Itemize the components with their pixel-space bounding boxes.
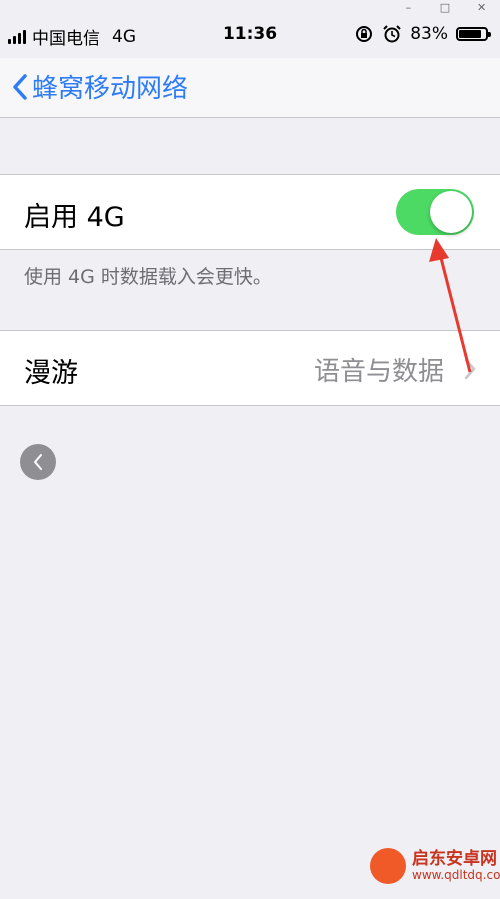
watermark-url: www.qdltdq.com — [412, 867, 500, 882]
watermark-title: 启东安卓网 — [412, 848, 497, 869]
watermark: 启东安卓网 www.qdltdq.com — [370, 848, 500, 884]
watermark-text: 启东安卓网 www.qdltdq.com — [412, 848, 500, 882]
annotation-arrow — [429, 238, 472, 373]
watermark-logo-icon — [370, 848, 406, 884]
